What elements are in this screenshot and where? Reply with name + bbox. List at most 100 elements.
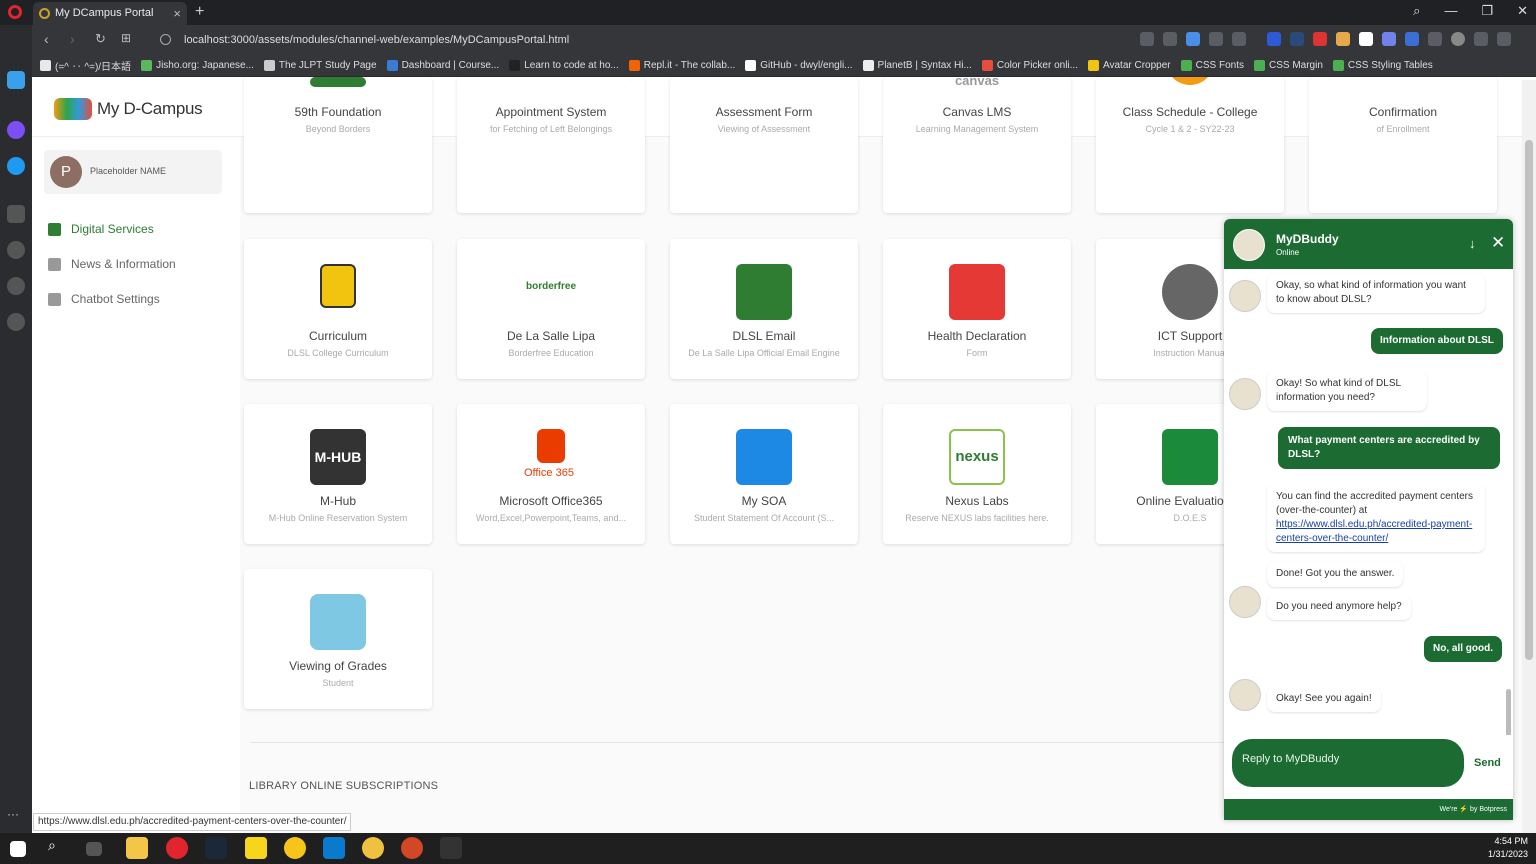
brand-logo[interactable]: My D-Campus <box>54 98 203 120</box>
wrench-icon <box>48 292 61 306</box>
bookmark-item[interactable]: Jisho.org: Japanese... <box>141 60 254 71</box>
service-card[interactable]: 59th Foundation Beyond Borders <box>244 77 432 213</box>
vscode-icon[interactable] <box>323 837 345 859</box>
steam-icon[interactable] <box>205 837 227 859</box>
bookmark-item[interactable]: GitHub - dwyl/engli... <box>745 60 853 71</box>
scrollbar-thumb[interactable] <box>1525 140 1533 660</box>
powerpoint-icon[interactable] <box>401 837 423 859</box>
nav-chatbot-settings[interactable]: Chatbot Settings <box>48 292 160 306</box>
bookmark-item[interactable]: CSS Margin <box>1253 60 1323 71</box>
more-icon[interactable]: ··· <box>7 807 25 825</box>
app-icon[interactable] <box>440 837 462 859</box>
reload-icon[interactable]: ↻ <box>95 31 106 47</box>
restore-icon[interactable]: ❐ <box>1481 3 1493 19</box>
opera-icon[interactable] <box>166 837 188 859</box>
bookmark-item[interactable]: Color Picker onli... <box>981 60 1078 71</box>
twitter-icon[interactable] <box>7 157 25 175</box>
send-button[interactable]: Send <box>1474 757 1501 769</box>
vpn-shield-icon[interactable] <box>1186 32 1200 46</box>
history-clock-icon[interactable] <box>7 277 25 295</box>
service-subtitle: M-Hub Online Reservation System <box>268 513 408 523</box>
bookmark-item[interactable]: Avatar Cropper <box>1087 60 1171 71</box>
service-name: Nexus Labs <box>945 494 1009 508</box>
service-card[interactable]: Appointment System for Fetching of Left … <box>457 77 645 213</box>
extension-puzzle-icon[interactable] <box>1290 32 1304 46</box>
bookmarks-heart-icon[interactable] <box>7 241 25 259</box>
camera-icon[interactable] <box>1163 32 1177 46</box>
grades-sheet-icon <box>310 594 366 650</box>
service-card[interactable]: Assessment Form Viewing of Assessment <box>670 77 858 213</box>
bookmark-favicon-icon <box>862 60 874 71</box>
extension-red-icon[interactable] <box>1313 32 1327 46</box>
send-icon[interactable] <box>1209 32 1223 46</box>
task-view-icon[interactable] <box>86 842 102 856</box>
heart-icon[interactable] <box>1232 32 1246 46</box>
close-tab-icon[interactable]: × <box>173 2 181 25</box>
bookmark-item[interactable]: (=^ ‥ ^=)/日本語 <box>40 58 131 73</box>
share-icon[interactable] <box>1140 32 1154 46</box>
close-chat-icon[interactable]: ✕ <box>1491 233 1505 253</box>
extension-orange-icon[interactable] <box>1336 32 1350 46</box>
system-clock[interactable]: 4:54 PM 1/31/2023 <box>1488 835 1528 861</box>
menu-icon[interactable] <box>1497 32 1511 46</box>
service-card[interactable]: borderfree De La Salle Lipa Borderfree E… <box>457 239 645 379</box>
opera-logo-icon[interactable] <box>8 5 22 19</box>
download-icon[interactable] <box>1474 32 1488 46</box>
tabs-grid-icon[interactable]: ⊞ <box>121 31 131 45</box>
bookmark-favicon-icon <box>40 60 51 71</box>
close-window-icon[interactable]: ✕ <box>1517 3 1528 19</box>
file-explorer-icon[interactable] <box>126 837 148 859</box>
service-card[interactable]: Viewing of Grades Student <box>244 569 432 709</box>
url-field[interactable]: localhost:3000/assets/modules/channel-we… <box>152 29 1212 51</box>
bookmark-item[interactable]: Repl.it - The collab... <box>628 60 735 71</box>
service-card[interactable]: DLSL Email De La Salle Lipa Official Ema… <box>670 239 858 379</box>
download-transcript-icon[interactable]: ↓ <box>1469 236 1476 251</box>
back-icon[interactable]: ‹ <box>44 31 49 47</box>
search-icon[interactable]: ⌕ <box>1413 3 1420 19</box>
service-card[interactable]: Office 365 Microsoft Office365 Word,Exce… <box>457 404 645 544</box>
profile-icon[interactable] <box>1451 32 1465 46</box>
extension-discord-icon[interactable] <box>1382 32 1396 46</box>
service-card[interactable]: canvas Canvas LMS Learning Management Sy… <box>883 77 1071 213</box>
service-card[interactable]: M-HUB M-Hub M-Hub Online Reservation Sys… <box>244 404 432 544</box>
settings-gear-icon[interactable] <box>7 313 25 331</box>
app-icon[interactable] <box>362 837 384 859</box>
bookmark-item[interactable]: Dashboard | Course... <box>386 60 499 71</box>
botpress-footer[interactable]: We're ⚡ by Botpress <box>1224 799 1513 820</box>
apps-icon[interactable] <box>7 205 25 223</box>
chat-scrollbar[interactable] <box>1506 689 1511 735</box>
service-card[interactable]: Health Declaration Form <box>883 239 1071 379</box>
messenger-icon[interactable] <box>7 121 25 139</box>
minimize-icon[interactable]: — <box>1444 3 1457 19</box>
service-card[interactable]: nexus Nexus Labs Reserve NEXUS labs faci… <box>883 404 1071 544</box>
bookmark-item[interactable]: CSS Fonts <box>1180 60 1244 71</box>
search-icon[interactable]: ⌕ <box>48 837 70 859</box>
forward-icon[interactable]: › <box>70 31 75 47</box>
tab-favicon-icon <box>39 8 50 19</box>
browser-tab[interactable]: My DCampus Portal × <box>33 2 187 25</box>
bookmark-item[interactable]: The JLPT Study Page <box>263 60 377 71</box>
nav-digital-services[interactable]: Digital Services <box>48 222 154 236</box>
home-icon[interactable] <box>7 71 25 89</box>
service-card[interactable]: My SOA Student Statement Of Account (S..… <box>670 404 858 544</box>
extension-cube-icon[interactable] <box>1428 32 1442 46</box>
windows-start-icon[interactable] <box>10 841 26 857</box>
service-card[interactable]: Class Schedule - College Cycle 1 & 2 - S… <box>1096 77 1284 213</box>
page-scrollbar[interactable] <box>1522 80 1536 833</box>
app-icon[interactable] <box>284 837 306 859</box>
bookmark-item[interactable]: CSS Styling Tables <box>1332 60 1433 71</box>
service-card[interactable]: Confirmation of Enrollment <box>1309 77 1497 213</box>
nav-news-information[interactable]: News & Information <box>48 257 176 271</box>
service-card[interactable]: Curriculum DLSL College Curriculum <box>244 239 432 379</box>
payment-centers-link[interactable]: https://www.dlsl.edu.ph/accredited-payme… <box>1276 519 1472 544</box>
extension-grid-icon[interactable] <box>1359 32 1373 46</box>
extension-wave-icon[interactable] <box>1405 32 1419 46</box>
bookmark-item[interactable]: PlanetB | Syntax Hi... <box>862 60 972 71</box>
site-info-icon[interactable] <box>160 34 171 45</box>
tab-title: My DCampus Portal <box>55 7 154 19</box>
new-tab-icon[interactable]: + <box>195 2 204 22</box>
sticky-notes-icon[interactable] <box>245 837 267 859</box>
reply-input[interactable] <box>1242 749 1454 769</box>
bookmark-item[interactable]: Learn to code at ho... <box>509 60 619 71</box>
extension-b-icon[interactable] <box>1267 32 1281 46</box>
